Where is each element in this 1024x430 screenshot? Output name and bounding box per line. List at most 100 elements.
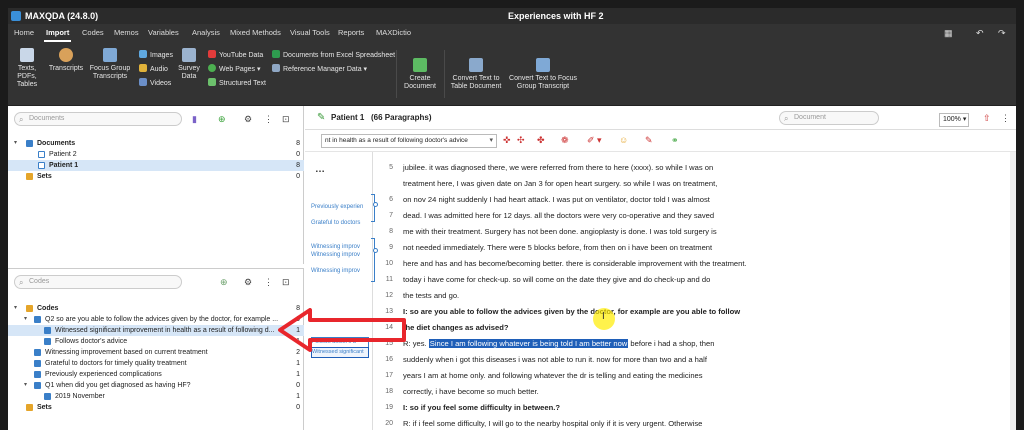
- text-after-highlight: before i had a shop, then: [628, 339, 715, 348]
- tab-memos[interactable]: Memos: [114, 28, 139, 37]
- tree-item-documents[interactable]: ▾ Documents 8: [8, 138, 304, 149]
- paragraph-line[interactable]: 17 years I am at home only. and following…: [373, 368, 1013, 384]
- tree-item-sets[interactable]: Sets 0: [8, 171, 304, 182]
- images-button[interactable]: Images: [139, 50, 173, 60]
- emoji-code-icon[interactable]: ☺: [619, 135, 628, 145]
- paragraph-line[interactable]: 19 I: so if you feel some difficulty in b…: [373, 400, 1013, 416]
- paragraph-line[interactable]: 20 R: if i feel some difficulty, I will g…: [373, 416, 1013, 430]
- add-icon[interactable]: ⊕: [218, 114, 226, 125]
- chevron-down-icon[interactable]: ▾: [14, 138, 17, 149]
- texts-pdfs-tables-button[interactable]: Texts, PDFs, Tables: [10, 48, 44, 89]
- more-stripes-icon[interactable]: …: [315, 164, 325, 175]
- new-document-icon[interactable]: ▮: [192, 114, 197, 125]
- codes-folder-icon: [26, 305, 33, 312]
- tree-item-witnessing-improvement[interactable]: Witnessing improvement based on current …: [8, 347, 304, 358]
- convert-to-focus-group-button[interactable]: Convert Text to Focus Group Transcript: [508, 58, 578, 91]
- paragraph-number: 8: [389, 228, 393, 235]
- tree-item-follows-advice[interactable]: Follows doctor's advice 1: [8, 336, 304, 347]
- tree-item-complications[interactable]: Previously experienced complications 1: [8, 369, 304, 380]
- tree-item-patient-1[interactable]: Patient 1 8: [8, 160, 304, 171]
- new-code-icon[interactable]: ⊕: [220, 277, 228, 288]
- tree-item-codes[interactable]: ▾ Codes 8: [8, 303, 304, 314]
- code-in-vivo-icon[interactable]: ✤: [537, 135, 545, 146]
- paragraph-line[interactable]: treatment here, I was given date on Jan …: [373, 176, 1013, 192]
- export-icon[interactable]: ⇧: [983, 113, 991, 124]
- edit-icon[interactable]: ✎: [317, 112, 325, 123]
- tree-item-q2[interactable]: ▾ Q2 so are you able to follow the advic…: [8, 314, 304, 325]
- code-with-code-icon[interactable]: ✜: [503, 135, 511, 146]
- chevron-down-icon[interactable]: ▾: [24, 314, 27, 325]
- codes-search-input[interactable]: ⌕ Codes: [14, 275, 182, 289]
- color-code-icon[interactable]: ✐ ▾: [587, 135, 602, 146]
- undo-icon[interactable]: ↶: [976, 28, 984, 39]
- document-search-input[interactable]: ⌕ Document: [779, 111, 879, 125]
- more-options-icon[interactable]: ⋮: [264, 114, 273, 125]
- coding-stripe-witnessing-2[interactable]: Witnessing improv: [311, 252, 360, 258]
- create-document-button[interactable]: Create Document: [400, 58, 440, 91]
- paragraph-line[interactable]: 10 here and has and has become/becoming b…: [373, 256, 1013, 272]
- web-pages-button[interactable]: Web Pages ▾: [208, 64, 261, 74]
- paragraph-line[interactable]: 18 correctly, i have become so much bette…: [373, 384, 1013, 400]
- tree-item-code-sets[interactable]: Sets 0: [8, 402, 304, 413]
- tree-item-q1[interactable]: ▾ Q1 when did you get diagnosed as havin…: [8, 380, 304, 391]
- code-filter-select[interactable]: nt in health as a result of following do…: [321, 134, 497, 148]
- structured-text-button[interactable]: Structured Text: [208, 78, 266, 88]
- paragraph-line[interactable]: 15 R: yes. Since I am following whatever …: [373, 336, 1013, 352]
- paragraph-line[interactable]: 8 me with their treatment. Surgery has no…: [373, 224, 1013, 240]
- tab-mixed-methods[interactable]: Mixed Methods: [230, 28, 281, 37]
- tab-import[interactable]: Import: [43, 28, 72, 42]
- tab-visual-tools[interactable]: Visual Tools: [290, 28, 330, 37]
- reference-manager-button[interactable]: Reference Manager Data ▾: [272, 64, 367, 74]
- paragraph-line[interactable]: 6 on nov 24 night suddenly I had heart at…: [373, 192, 1013, 208]
- tab-home[interactable]: Home: [14, 28, 34, 37]
- paragraph-line[interactable]: 14 the diet changes as advised?: [373, 320, 1013, 336]
- tab-analysis[interactable]: Analysis: [192, 28, 220, 37]
- paragraph-line[interactable]: 5 jubilee. it was diagnosed there, we wer…: [373, 160, 1013, 176]
- highlighted-coded-segment[interactable]: Since I am following whatever is being t…: [428, 339, 629, 348]
- youtube-data-button[interactable]: YouTube Data: [208, 50, 263, 60]
- documents-search-input[interactable]: ⌕ Documents: [14, 112, 182, 126]
- paragraph-line[interactable]: 11 today i have come for check-up. so wil…: [373, 272, 1013, 288]
- tree-item-2019-november[interactable]: 2019 November 1: [8, 391, 304, 402]
- gear-icon[interactable]: ⚙: [244, 114, 252, 125]
- paragraph-line[interactable]: 16 suddenly when i got this diseases i wa…: [373, 352, 1013, 368]
- memo-icon[interactable]: ✎: [645, 135, 653, 146]
- tab-reports[interactable]: Reports: [338, 28, 364, 37]
- paragraph-line[interactable]: 7 dead. I was admitted here for 12 days. …: [373, 208, 1013, 224]
- vertical-scrollbar[interactable]: [1010, 152, 1016, 430]
- coding-stripe-witnessing-1[interactable]: Witnessing improv: [311, 244, 360, 250]
- tree-item-grateful[interactable]: Grateful to doctors for timely quality t…: [8, 358, 304, 369]
- tree-item-patient-2[interactable]: Patient 2 0: [8, 149, 304, 160]
- zoom-select[interactable]: 100% ▾: [939, 113, 969, 127]
- paragraph-line[interactable]: 12 the tests and go.: [373, 288, 1013, 304]
- quick-code-icon[interactable]: ✣: [517, 135, 525, 146]
- focus-group-button[interactable]: Focus Group Transcripts: [88, 48, 132, 81]
- window-layout-icon[interactable]: ▦: [944, 28, 953, 39]
- gear-icon[interactable]: ⚙: [244, 277, 252, 288]
- paragraph-line[interactable]: 9 not needed immediately. There were 5 bl…: [373, 240, 1013, 256]
- maximize-panel-icon[interactable]: ⊡: [282, 277, 290, 288]
- tree-item-witnessed-significant[interactable]: Witnessed significant improvement in hea…: [8, 325, 304, 336]
- coding-stripe-grateful[interactable]: Grateful to doctors: [311, 220, 360, 226]
- coding-stripe-previously[interactable]: Previously experien: [311, 204, 363, 210]
- convert-to-table-button[interactable]: Convert Text to Table Document: [446, 58, 506, 91]
- chevron-down-icon[interactable]: ▾: [14, 303, 17, 314]
- more-options-icon[interactable]: ⋮: [1001, 113, 1010, 124]
- maximize-panel-icon[interactable]: ⊡: [282, 114, 290, 125]
- videos-button[interactable]: Videos: [139, 78, 171, 88]
- coding-stripe-witnessing-3[interactable]: Witnessing improv: [311, 268, 360, 274]
- redo-icon[interactable]: ↷: [998, 28, 1006, 39]
- audio-button[interactable]: Audio: [139, 64, 168, 74]
- excel-documents-button[interactable]: Documents from Excel Spreadsheet: [272, 50, 395, 60]
- paragraph-line[interactable]: 13 I: so are you able to follow the advic…: [373, 304, 1013, 320]
- tab-variables[interactable]: Variables: [148, 28, 179, 37]
- tab-maxdictio[interactable]: MAXDictio: [376, 28, 411, 37]
- highlight-icon[interactable]: ❁: [561, 135, 569, 146]
- tab-codes[interactable]: Codes: [82, 28, 104, 37]
- chevron-down-icon[interactable]: ▾: [24, 380, 27, 391]
- survey-data-button[interactable]: Survey Data: [176, 48, 202, 81]
- more-options-icon[interactable]: ⋮: [264, 277, 273, 288]
- table-icon: [469, 58, 483, 72]
- transcripts-button[interactable]: Transcripts: [48, 48, 84, 73]
- link-icon[interactable]: ⚭: [671, 135, 679, 146]
